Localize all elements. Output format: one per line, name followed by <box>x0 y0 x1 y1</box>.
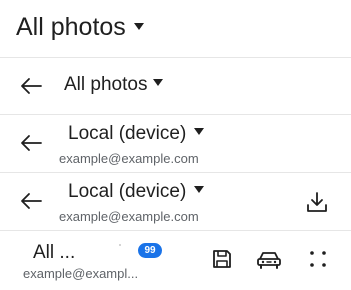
save-icon[interactable] <box>206 243 238 275</box>
download-icon[interactable] <box>301 186 333 218</box>
back-arrow-icon[interactable] <box>14 126 48 160</box>
decorative-dot <box>119 244 121 246</box>
album-row-title[interactable]: Local (device) <box>68 180 205 204</box>
account-email: example@example.com <box>59 151 199 166</box>
album-row-local-device-download[interactable]: Local (device) example@example.com <box>0 173 351 230</box>
back-arrow-icon[interactable] <box>14 69 48 103</box>
dropdown-caret-icon <box>133 22 144 30</box>
bottom-bar: All ... example@exampl... <box>0 231 351 290</box>
car-icon[interactable] <box>253 243 285 275</box>
album-header[interactable]: All photos <box>0 0 351 57</box>
album-row-all-photos[interactable]: All photos <box>0 58 351 114</box>
album-row-local-device[interactable]: Local (device) example@example.com <box>0 115 351 172</box>
more-dots-icon[interactable] <box>302 243 334 275</box>
dropdown-caret-icon <box>194 128 205 136</box>
bottom-bar-title[interactable]: All ... <box>33 241 75 265</box>
album-row-title[interactable]: Local (device) <box>68 122 205 146</box>
album-row-title-label: Local (device) <box>68 123 187 144</box>
dropdown-caret-icon <box>153 79 164 87</box>
album-row-title[interactable]: All photos <box>64 73 164 97</box>
dropdown-caret-icon <box>194 186 205 194</box>
count-badge: 99 <box>138 243 162 258</box>
album-row-title-label: Local (device) <box>68 181 187 202</box>
album-title[interactable]: All photos <box>16 10 144 44</box>
album-row-title-label: All photos <box>64 74 148 95</box>
album-title-label: All photos <box>16 13 126 41</box>
back-arrow-icon[interactable] <box>14 184 48 218</box>
account-email: example@example.com <box>59 209 199 224</box>
bottom-bar-email: example@exampl... <box>23 266 139 281</box>
